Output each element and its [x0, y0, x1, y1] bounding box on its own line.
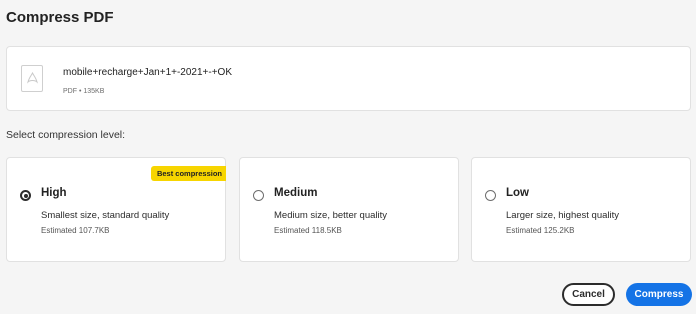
radio-high[interactable] — [20, 190, 31, 201]
option-title: Medium — [274, 187, 318, 199]
radio-medium[interactable] — [253, 190, 264, 201]
option-title: High — [41, 187, 67, 199]
compression-option-high[interactable]: Best compression High Smallest size, sta… — [6, 157, 226, 262]
compress-button[interactable]: Compress — [626, 283, 692, 306]
option-description: Medium size, better quality — [274, 210, 387, 221]
best-compression-badge: Best compression — [150, 166, 226, 181]
compression-option-medium[interactable]: Medium Medium size, better quality Estim… — [239, 157, 459, 262]
dialog-title: Compress PDF — [6, 9, 114, 26]
option-description: Smallest size, standard quality — [41, 210, 170, 221]
option-description: Larger size, highest quality — [506, 210, 620, 221]
compression-level-label: Select compression level: — [6, 129, 126, 141]
pdf-file-icon — [21, 65, 43, 92]
file-meta: PDF • 135KB — [63, 88, 105, 95]
file-name: mobile+recharge+Jan+1+-2021+-+OK — [63, 67, 233, 78]
cancel-button[interactable]: Cancel — [562, 283, 615, 306]
option-estimate: Estimated 125.2KB — [506, 226, 575, 235]
compression-option-low[interactable]: Low Larger size, highest quality Estimat… — [471, 157, 691, 262]
option-title: Low — [506, 187, 529, 199]
file-card: mobile+recharge+Jan+1+-2021+-+OK PDF • 1… — [6, 46, 691, 111]
option-estimate: Estimated 107.7KB — [41, 226, 110, 235]
radio-low[interactable] — [485, 190, 496, 201]
option-estimate: Estimated 118.5KB — [274, 226, 342, 235]
